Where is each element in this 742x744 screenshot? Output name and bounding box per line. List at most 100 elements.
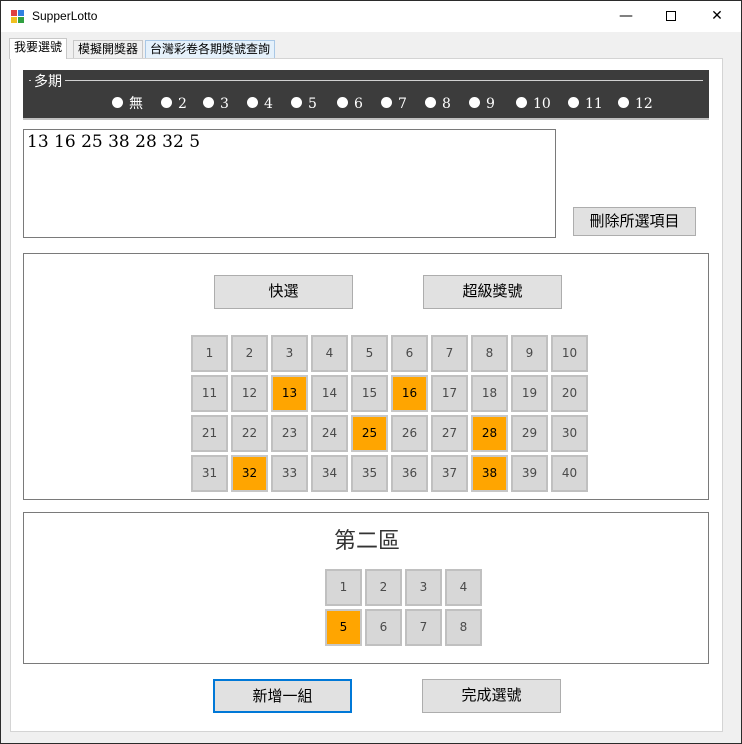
zone1-number-button[interactable]: 9 xyxy=(511,335,548,372)
radio-dot-icon xyxy=(247,97,258,108)
tab-draw-simulator[interactable]: 模擬開獎器 xyxy=(73,40,144,58)
period-radio-option[interactable]: 10 xyxy=(516,96,551,114)
zone2-number-button[interactable]: 6 xyxy=(365,609,402,646)
zone1-number-button[interactable]: 34 xyxy=(311,455,348,492)
zone1-number-button[interactable]: 39 xyxy=(511,455,548,492)
zone1-number-button[interactable]: 29 xyxy=(511,415,548,452)
zone2-number-button[interactable]: 3 xyxy=(405,569,442,606)
radio-label: 10 xyxy=(533,96,551,112)
zone1-number-button[interactable]: 25 xyxy=(351,415,388,452)
zone1-number-button[interactable]: 32 xyxy=(231,455,268,492)
close-button[interactable]: ✕ xyxy=(694,1,740,32)
period-radio-option[interactable]: 5 xyxy=(291,96,317,114)
zone1-number-button[interactable]: 17 xyxy=(431,375,468,412)
zone1-number-button[interactable]: 30 xyxy=(551,415,588,452)
zone1-number-button[interactable]: 4 xyxy=(311,335,348,372)
zone1-number-button[interactable]: 22 xyxy=(231,415,268,452)
radio-dot-icon xyxy=(203,97,214,108)
zone2-number-button[interactable]: 7 xyxy=(405,609,442,646)
zone1-number-button[interactable]: 33 xyxy=(271,455,308,492)
zone1-number-button[interactable]: 38 xyxy=(471,455,508,492)
zone1-number-button[interactable]: 12 xyxy=(231,375,268,412)
selection-textbox[interactable]: 13 16 25 38 28 32 5 xyxy=(23,129,556,238)
zone1-panel: 快選 超級獎號 1 2 3 4 5 6 7 8 9 10 11 12 13 14 15 16 17 18 19 20 2… xyxy=(23,253,709,500)
zone1-number-button[interactable]: 19 xyxy=(511,375,548,412)
radio-dot-icon xyxy=(381,97,392,108)
radio-dot-icon xyxy=(516,97,527,108)
radio-dot-icon xyxy=(618,97,629,108)
radio-label: 2 xyxy=(178,96,187,112)
period-radio-option[interactable]: 7 xyxy=(381,96,407,114)
multi-period-group: 多期 無 2 3 4 5 6 7 8 9 10 11 12 xyxy=(23,70,709,120)
zone1-number-button[interactable]: 18 xyxy=(471,375,508,412)
finish-button[interactable]: 完成選號 xyxy=(422,679,561,713)
minimize-button[interactable]: — xyxy=(603,1,649,32)
zone1-number-button[interactable]: 40 xyxy=(551,455,588,492)
zone1-number-button[interactable]: 24 xyxy=(311,415,348,452)
zone1-number-button[interactable]: 20 xyxy=(551,375,588,412)
group-border xyxy=(29,80,703,81)
period-radio-option[interactable]: 2 xyxy=(161,96,187,114)
period-radio-option[interactable]: 12 xyxy=(618,96,653,114)
quick-pick-button[interactable]: 快選 xyxy=(214,275,353,309)
zone1-number-button[interactable]: 37 xyxy=(431,455,468,492)
zone1-number-button[interactable]: 35 xyxy=(351,455,388,492)
radio-label: 4 xyxy=(264,96,273,112)
app-window: SupperLotto — ✕ 我要選號 模擬開獎器 台灣彩卷各期獎號查詢 多期… xyxy=(0,0,742,744)
radio-dot-icon xyxy=(337,97,348,108)
radio-label: 11 xyxy=(585,96,603,112)
zone1-number-button[interactable]: 16 xyxy=(391,375,428,412)
zone1-number-button[interactable]: 8 xyxy=(471,335,508,372)
app-icon xyxy=(11,10,25,23)
zone1-number-button[interactable]: 26 xyxy=(391,415,428,452)
zone1-number-button[interactable]: 28 xyxy=(471,415,508,452)
zone2-panel: 第二區 1234 5678 xyxy=(23,512,709,664)
zone2-number-button[interactable]: 5 xyxy=(325,609,362,646)
period-radio-option[interactable]: 無 xyxy=(112,96,143,114)
zone1-number-button[interactable]: 10 xyxy=(551,335,588,372)
zone1-number-button[interactable]: 15 xyxy=(351,375,388,412)
zone2-number-button[interactable]: 2 xyxy=(365,569,402,606)
add-group-button[interactable]: 新增一組 xyxy=(213,679,352,713)
zone1-number-button[interactable]: 1 xyxy=(191,335,228,372)
zone1-number-button[interactable]: 6 xyxy=(391,335,428,372)
zone1-number-button[interactable]: 36 xyxy=(391,455,428,492)
zone1-number-button[interactable]: 2 xyxy=(231,335,268,372)
zone1-number-button[interactable]: 7 xyxy=(431,335,468,372)
window-title: SupperLotto xyxy=(32,9,98,23)
multi-period-title: 多期 xyxy=(31,71,65,91)
zone1-number-button[interactable]: 13 xyxy=(271,375,308,412)
super-number-button[interactable]: 超級獎號 xyxy=(423,275,562,309)
tab-draw-history[interactable]: 台灣彩卷各期獎號查詢 xyxy=(145,40,276,58)
radio-label: 7 xyxy=(398,96,407,112)
zone2-number-button[interactable]: 1 xyxy=(325,569,362,606)
close-icon: ✕ xyxy=(711,8,723,24)
period-radio-option[interactable]: 6 xyxy=(337,96,363,114)
maximize-button[interactable] xyxy=(648,1,694,32)
zone1-number-button[interactable]: 3 xyxy=(271,335,308,372)
maximize-icon xyxy=(666,11,676,21)
zone1-number-button[interactable]: 31 xyxy=(191,455,228,492)
radio-dot-icon xyxy=(469,97,480,108)
zone2-number-button[interactable]: 4 xyxy=(445,569,482,606)
period-radio-option[interactable]: 9 xyxy=(469,96,495,114)
zone1-number-button[interactable]: 11 xyxy=(191,375,228,412)
title-bar: SupperLotto — ✕ xyxy=(1,1,741,32)
zone1-number-button[interactable]: 21 xyxy=(191,415,228,452)
zone1-number-button[interactable]: 27 xyxy=(431,415,468,452)
period-radio-option[interactable]: 4 xyxy=(247,96,273,114)
radio-label: 5 xyxy=(308,96,317,112)
radio-label: 6 xyxy=(354,96,363,112)
zone1-number-button[interactable]: 5 xyxy=(351,335,388,372)
zone1-number-button[interactable]: 14 xyxy=(311,375,348,412)
period-radio-option[interactable]: 8 xyxy=(425,96,451,114)
period-radio-option[interactable]: 3 xyxy=(203,96,229,114)
radio-dot-icon xyxy=(112,97,123,108)
radio-dot-icon xyxy=(291,97,302,108)
zone2-number-button[interactable]: 8 xyxy=(445,609,482,646)
zone1-number-button[interactable]: 23 xyxy=(271,415,308,452)
period-radio-option[interactable]: 11 xyxy=(568,96,603,114)
tab-pick-numbers[interactable]: 我要選號 xyxy=(9,38,68,59)
radio-dot-icon xyxy=(425,97,436,108)
delete-selected-button[interactable]: 刪除所選項目 xyxy=(573,207,696,236)
